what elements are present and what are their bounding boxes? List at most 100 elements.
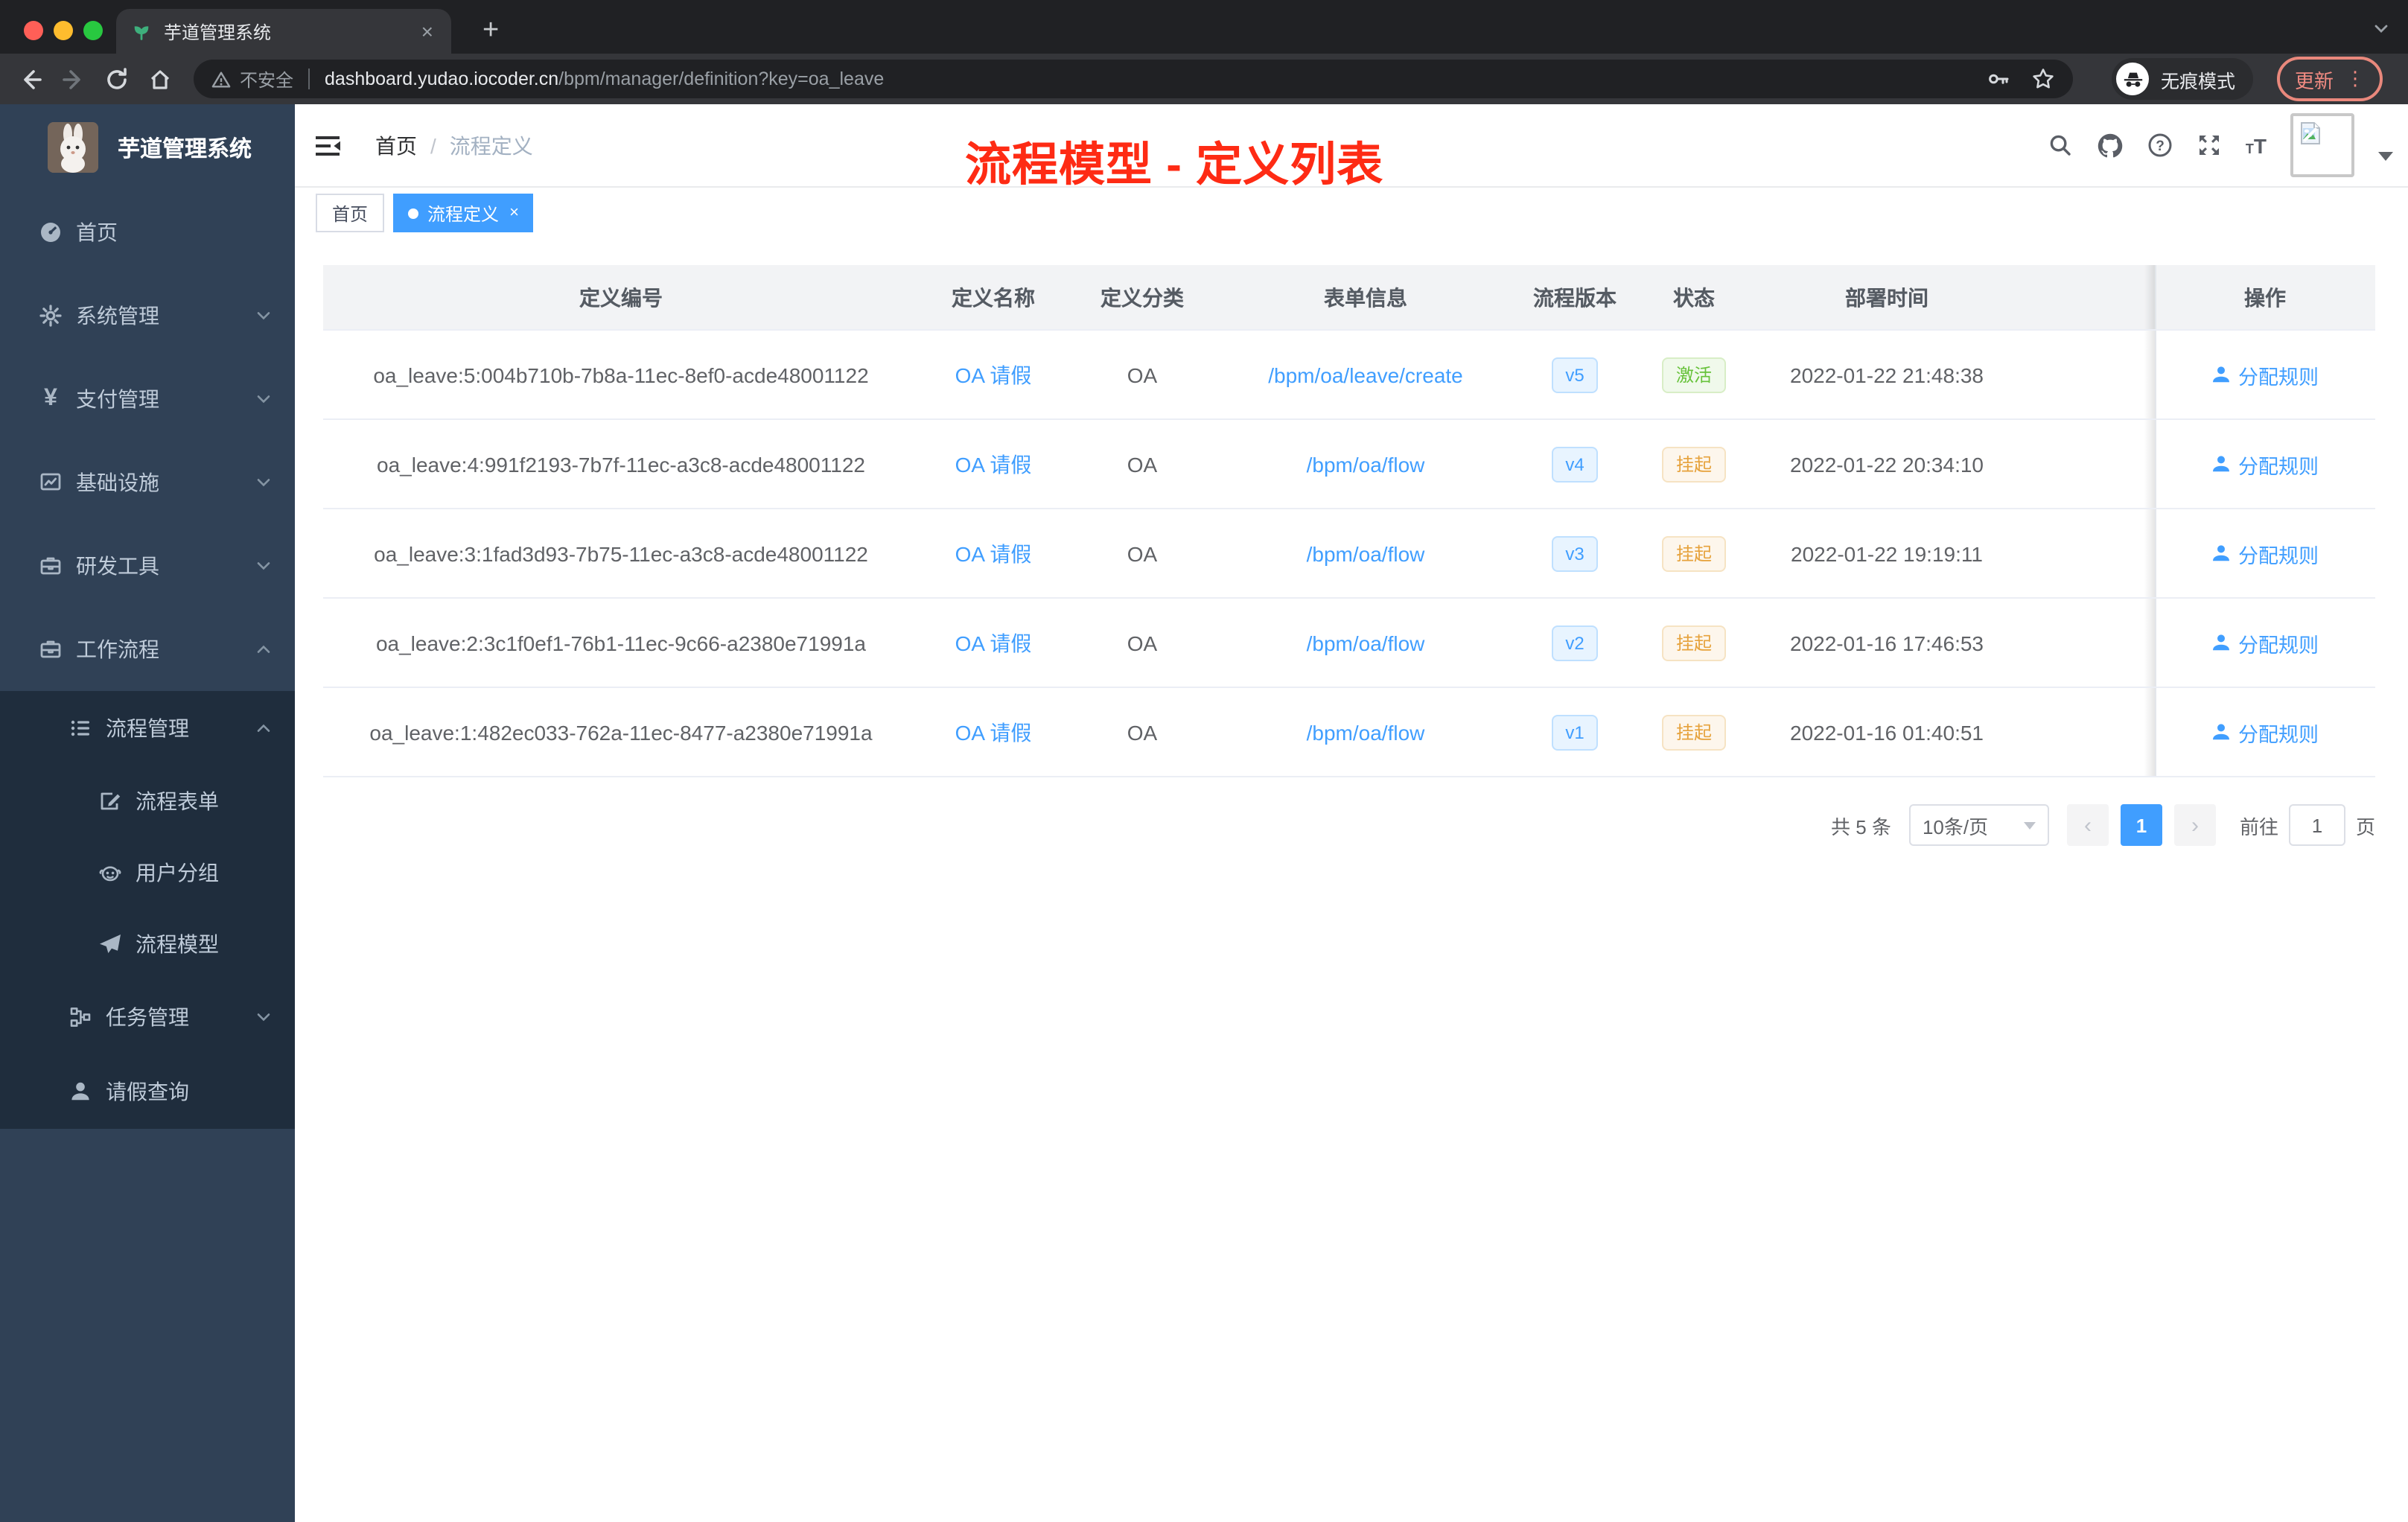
security-label[interactable]: 不安全 — [240, 66, 293, 92]
next-page-button[interactable]: › — [2173, 804, 2216, 846]
definition-name-link[interactable]: OA 请假 — [955, 363, 1032, 386]
col-actions: 操作 — [2144, 265, 2375, 331]
sidebar-item-payment[interactable]: ¥ 支付管理 — [0, 357, 295, 441]
update-button[interactable]: 更新 ⋮ — [2277, 57, 2383, 101]
search-icon[interactable] — [2048, 133, 2073, 158]
sidebar-item-process-form[interactable]: 流程表单 — [0, 765, 295, 837]
sidebar-item-label: 任务管理 — [106, 1005, 189, 1029]
breadcrumb-separator: / — [430, 133, 436, 157]
screen: 芋道管理系统 × + 不安全 dashboard.yudao.iocoder.c… — [0, 0, 2408, 1522]
reload-icon[interactable] — [104, 66, 130, 92]
pagination: 共 5 条 10条/页 ‹ 1 › 前往 页 — [1831, 804, 2375, 846]
logo-avatar — [48, 122, 98, 173]
incognito-label: 无痕模式 — [2161, 71, 2236, 92]
sidebar-logo[interactable]: 芋道管理系统 — [0, 104, 295, 191]
form-link[interactable]: /bpm/oa/flow — [1307, 452, 1425, 476]
sidebar-item-process-model[interactable]: 流程模型 — [0, 908, 295, 980]
user-menu-caret-icon[interactable] — [2378, 151, 2393, 160]
sidebar-item-infrastructure[interactable]: 基础设施 — [0, 441, 295, 524]
definition-name-link[interactable]: OA 请假 — [955, 720, 1032, 744]
sidebar-item-devtools[interactable]: 研发工具 — [0, 524, 295, 608]
status-badge: 激活 — [1662, 357, 1725, 392]
assign-rule-button[interactable]: 分配规则 — [2211, 449, 2319, 479]
assign-rule-button[interactable]: 分配规则 — [2211, 538, 2319, 568]
new-tab-button[interactable]: + — [474, 12, 508, 51]
font-size-icon[interactable]: TT — [2246, 135, 2267, 156]
user-icon — [2213, 724, 2229, 740]
assign-rule-button[interactable]: 分配规则 — [2211, 360, 2319, 389]
tag-process-definition[interactable]: 流程定义 × — [393, 194, 534, 232]
user-avatar[interactable] — [2290, 113, 2354, 177]
sidebar-item-label: 基础设施 — [76, 471, 159, 494]
definition-id: oa_leave:2:3c1f0ef1-76b1-11ec-9c66-a2380… — [323, 598, 919, 688]
hamburger-icon[interactable] — [316, 133, 343, 157]
tags-view-bar: 首页 流程定义 × — [295, 188, 2408, 240]
chevron-up-icon — [255, 640, 273, 658]
tab-search-chevron-icon[interactable] — [2372, 19, 2390, 37]
tab-title: 芋道管理系统 — [164, 22, 272, 42]
col-definition-name: 定义名称 — [919, 265, 1068, 331]
chevron-down-icon — [255, 307, 273, 325]
form-link[interactable]: /bpm/oa/flow — [1307, 720, 1425, 744]
breadcrumb-home[interactable]: 首页 — [375, 130, 417, 160]
fullscreen-icon[interactable] — [2197, 133, 2222, 158]
tag-home[interactable]: 首页 — [316, 194, 385, 232]
navbar-actions: ? TT — [2048, 104, 2393, 186]
sidebar-item-system[interactable]: 系统管理 — [0, 274, 295, 357]
definition-name-link[interactable]: OA 请假 — [955, 541, 1032, 565]
tag-close-icon[interactable]: × — [509, 204, 519, 221]
sidebar-item-workflow[interactable]: 工作流程 — [0, 608, 295, 691]
form-link[interactable]: /bpm/oa/leave/create — [1268, 363, 1463, 386]
address-bar[interactable]: 不安全 dashboard.yudao.iocoder.cn/bpm/manag… — [194, 60, 2073, 98]
form-link[interactable]: /bpm/oa/flow — [1307, 541, 1425, 565]
key-icon[interactable] — [1987, 67, 2010, 91]
browser-tab[interactable]: 芋道管理系统 × — [116, 9, 451, 54]
broken-image-icon — [2301, 122, 2320, 144]
definition-name-link[interactable]: OA 请假 — [955, 631, 1032, 655]
user-icon — [2213, 366, 2229, 383]
prev-page-button[interactable]: ‹ — [2066, 804, 2109, 846]
gear-icon — [37, 304, 64, 328]
sidebar-item-label: 首页 — [76, 220, 118, 244]
current-page-button[interactable]: 1 — [2120, 804, 2162, 846]
definition-id: oa_leave:3:1fad3d93-7b75-11ec-a3c8-acde4… — [323, 509, 919, 599]
url-domain[interactable]: dashboard.yudao.iocoder.cn — [325, 69, 558, 89]
browser-menu-icon[interactable]: ⋮ — [2345, 67, 2365, 91]
sidebar-item-process-management[interactable]: 流程管理 — [0, 691, 295, 765]
sidebar-item-label: 研发工具 — [76, 554, 159, 578]
sidebar-item-task-management[interactable]: 任务管理 — [0, 980, 295, 1054]
svg-text:?: ? — [2156, 138, 2165, 154]
help-icon[interactable]: ? — [2147, 133, 2173, 158]
deploy-time: 2022-01-22 19:19:11 — [1753, 509, 2021, 599]
forward-icon[interactable] — [61, 66, 86, 92]
status-badge: 挂起 — [1662, 714, 1725, 750]
sidebar-item-home[interactable]: 首页 — [0, 191, 295, 274]
definition-table: 定义编号 定义名称 定义分类 表单信息 流程版本 状态 部署时间 操作 oa_l… — [323, 265, 2375, 777]
sidebar-item-user-group[interactable]: 用户分组 — [0, 837, 295, 908]
tab-close-icon[interactable]: × — [418, 21, 436, 42]
minimize-window-button[interactable] — [54, 21, 73, 40]
table-row: oa_leave:5:004b710b-7b8a-11ec-8ef0-acde4… — [323, 330, 2375, 420]
assign-rule-button[interactable]: 分配规则 — [2211, 717, 2319, 747]
col-status: 状态 — [1635, 265, 1753, 331]
bookmark-star-icon[interactable] — [2031, 67, 2055, 91]
home-icon[interactable] — [147, 66, 173, 92]
dashboard-icon — [37, 220, 64, 244]
pagination-total: 共 5 条 — [1831, 815, 1891, 838]
not-secure-warning-icon[interactable] — [211, 69, 231, 89]
form-link[interactable]: /bpm/oa/flow — [1307, 631, 1425, 655]
goto-page-input[interactable] — [2288, 804, 2345, 846]
back-icon[interactable] — [18, 66, 43, 92]
url-path[interactable]: /bpm/manager/definition?key=oa_leave — [558, 69, 884, 89]
monitor-icon — [37, 471, 64, 494]
maximize-window-button[interactable] — [83, 21, 103, 40]
assign-rule-button[interactable]: 分配规则 — [2211, 628, 2319, 657]
col-deploy-time: 部署时间 — [1753, 265, 2021, 331]
sidebar-item-label: 支付管理 — [76, 387, 159, 411]
page-size-select[interactable]: 10条/页 — [1908, 804, 2049, 846]
github-icon[interactable] — [2097, 132, 2124, 159]
sidebar-item-leave-query[interactable]: 请假查询 — [0, 1054, 295, 1129]
definition-name-link[interactable]: OA 请假 — [955, 452, 1032, 476]
close-window-button[interactable] — [24, 21, 43, 40]
breadcrumb: 首页 / 流程定义 — [375, 130, 533, 160]
